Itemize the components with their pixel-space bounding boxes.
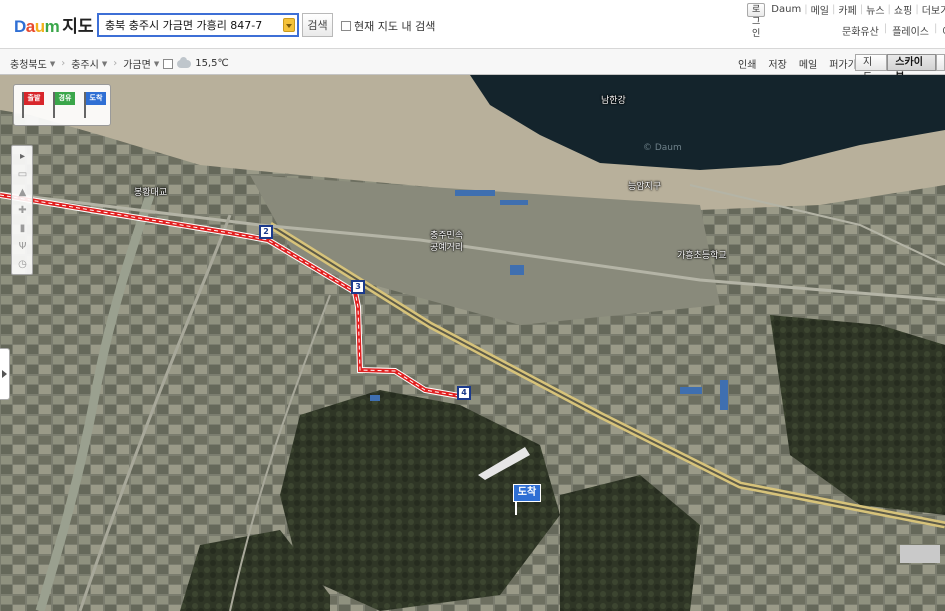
hospital-icon[interactable]: ✚ (17, 205, 28, 216)
craft-street-label-2: 공예거리 (430, 243, 464, 253)
print-button[interactable]: 인쇄 (738, 56, 756, 71)
sub-link-heritage[interactable]: 문화유산 (842, 23, 879, 38)
separator: | (859, 4, 864, 15)
chevron-down-icon: ▼ (101, 59, 108, 68)
crumb-town[interactable]: 가금면 ▼ (123, 56, 160, 72)
top-link-mail[interactable]: 메일 (811, 2, 829, 17)
save-button[interactable]: 저장 (768, 56, 786, 71)
route-marker-4[interactable]: 4 (457, 386, 471, 400)
sub-links: 문화유산| 플레이스| 여 (842, 23, 945, 38)
chevron-right-icon: › (61, 58, 66, 69)
side-toolbar: ▸ ▭ ▲ ✚ ▮ Ψ ◷ (11, 145, 33, 275)
top-link-news[interactable]: 뉴스 (866, 2, 884, 17)
search-dropdown-icon[interactable] (283, 18, 295, 32)
chevron-down-icon: ▼ (153, 59, 160, 68)
map-type-switch: 지도 스카이뷰 (855, 54, 945, 83)
login-button[interactable]: 로그인 (747, 2, 766, 39)
breadcrumb: 충청북도 ▼ › 충주시 ▼ › 가금면 ▼ 15,5℃ (10, 56, 229, 71)
share-label: 퍼가기 (829, 60, 857, 71)
brand-letter: a (25, 17, 35, 36)
weather-widget: 15,5℃ (163, 56, 229, 69)
arrive-flag-button[interactable]: 도착 (82, 92, 106, 118)
gas-icon[interactable]: ▮ (17, 223, 28, 234)
top-link-daum[interactable]: Daum (771, 4, 801, 15)
search-button[interactable]: 검색 (302, 13, 333, 37)
in-map-search-checkbox[interactable] (341, 21, 351, 31)
satellite-imagery (0, 75, 945, 611)
arrow-icon[interactable]: ▸ (17, 151, 28, 162)
crumb-province[interactable]: 충청북도 ▼ (10, 56, 56, 72)
separator: | (887, 4, 891, 15)
restaurant-icon[interactable]: Ψ (17, 241, 28, 252)
brand-letter: u (34, 17, 45, 36)
in-map-search-label: 현재 지도 내 검색 (354, 20, 436, 33)
sub-link-place[interactable]: 플레이스 (892, 23, 929, 38)
arrive-flag-icon: 도착 (86, 92, 106, 105)
in-map-search-option[interactable]: 현재 지도 내 검색 (341, 18, 435, 34)
start-flag-button[interactable]: 출발 (20, 92, 44, 118)
top-link-more[interactable]: 더보기 (922, 2, 945, 17)
waypoint-flag-icon: 경유 (55, 92, 75, 105)
map-type-skyview[interactable]: 스카이뷰 (887, 54, 936, 83)
brand-wordmark: Daum (14, 17, 60, 37)
top-link-shopping[interactable]: 쇼핑 (894, 2, 912, 17)
daum-watermark: © Daum (643, 143, 682, 153)
route-marker-3[interactable]: 3 (351, 280, 365, 294)
weather-checkbox[interactable] (163, 58, 174, 69)
location-bar: 충청북도▼ › 충주시▼ › 가금면▼ 15,5℃ 인쇄 저장 메일 퍼가기▼ … (0, 48, 945, 83)
district-label: 능암지구 (628, 182, 662, 192)
arrival-marker[interactable]: 도착 (513, 484, 541, 515)
mail-button[interactable]: 메일 (799, 56, 817, 71)
separator: | (934, 23, 938, 34)
map-canvas[interactable]: 남한강 © Daum 능암지구 봉황대교 충주민속 공예거리 가흥초등학교 2 … (0, 75, 945, 611)
header: Daum 지도 검색 현재 지도 내 검색 로그인 Daum| 메일| 카페| … (0, 0, 945, 48)
service-name: 지도 (62, 17, 94, 37)
search-field-wrapper (97, 13, 299, 37)
search-input[interactable] (99, 15, 279, 35)
brand-letter: D (14, 17, 26, 36)
chevron-down-icon: ▼ (49, 59, 56, 68)
temperature: 15,5℃ (195, 58, 229, 69)
bridge-label: 봉황대교 (134, 188, 168, 198)
cloud-icon (177, 56, 192, 68)
crumb-label: 충주시 (71, 60, 99, 71)
separator: | (915, 4, 919, 15)
start-flag-icon: 출발 (24, 92, 44, 105)
map-type-map[interactable]: 지도 (855, 54, 888, 83)
top-links: 로그인 Daum | 메일 | 카페 | 뉴스 | 쇼핑 | 더보기 (747, 2, 945, 39)
separator: | (804, 4, 808, 15)
separator: | (883, 23, 888, 34)
crumb-label: 충청북도 (10, 60, 47, 71)
side-panel-toggle[interactable] (0, 348, 10, 400)
map-type-more[interactable] (935, 54, 945, 71)
river-label: 남한강 (601, 96, 626, 106)
brand-letter: m (44, 17, 60, 36)
daum-logo[interactable]: Daum 지도 (14, 12, 94, 37)
crumb-label: 가금면 (123, 60, 151, 71)
bus-icon[interactable]: ▭ (17, 169, 28, 180)
crumb-city[interactable]: 충주시 ▼ (71, 56, 108, 72)
cafe-icon[interactable]: ▲ (17, 187, 28, 198)
route-marker-2[interactable]: 2 (259, 225, 273, 239)
separator: | (831, 4, 836, 15)
route-panel: 출발 경유 도착 (13, 84, 111, 126)
top-link-cafe[interactable]: 카페 (838, 2, 856, 17)
chevron-right-icon: › (113, 58, 118, 69)
school-label: 가흥초등학교 (677, 251, 727, 261)
waypoint-flag-button[interactable]: 경유 (51, 92, 75, 118)
clock-icon[interactable]: ◷ (17, 259, 28, 270)
